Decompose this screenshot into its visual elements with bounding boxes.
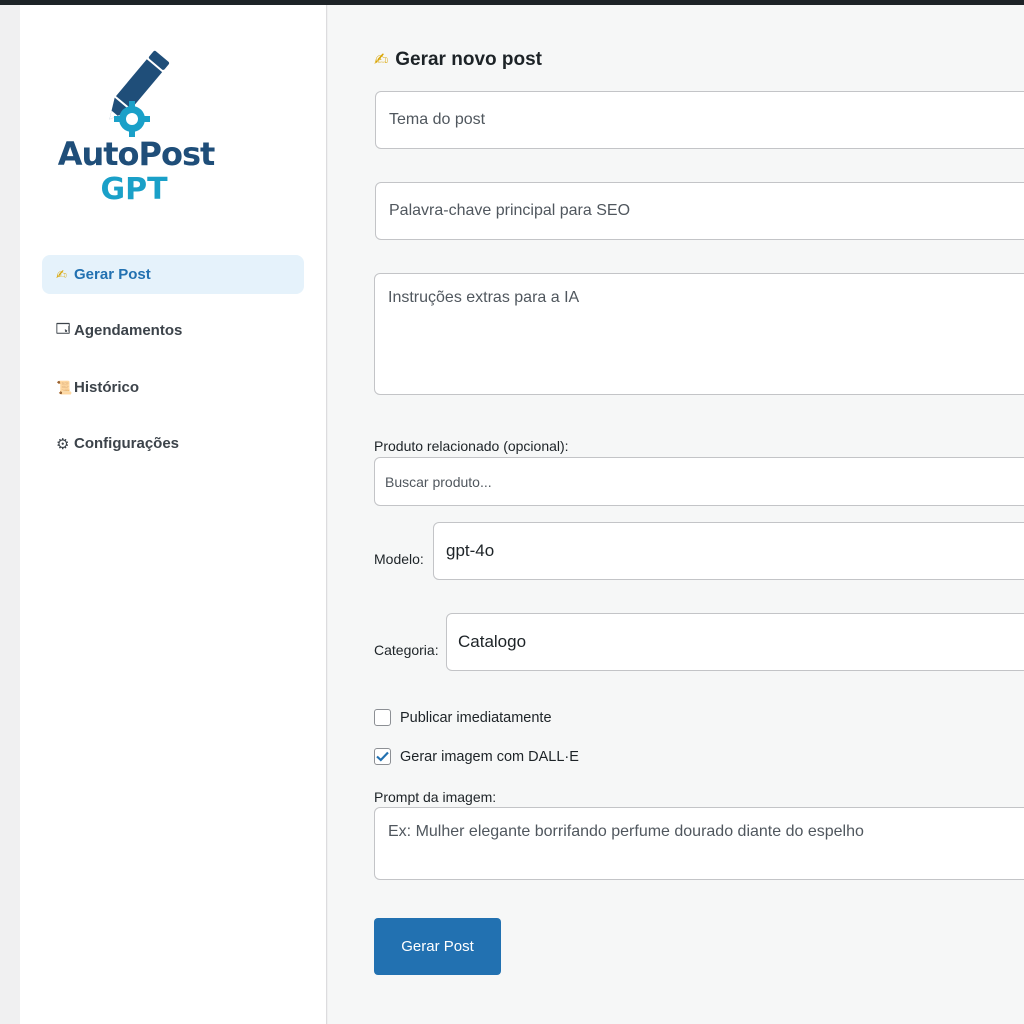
image-prompt-textarea[interactable]	[374, 807, 1024, 880]
product-search-input[interactable]	[374, 457, 1024, 506]
image-prompt-label: Prompt da imagem:	[374, 789, 497, 805]
extra-instructions-textarea[interactable]	[374, 273, 1024, 395]
sidebar: AutoPost GPT ✍ Gerar Post 🗔 Agendamentos…	[20, 5, 327, 1024]
page-title-text: Gerar novo post	[395, 49, 542, 70]
sidebar-item-label: Agendamentos	[74, 322, 183, 339]
topic-input[interactable]	[375, 91, 1024, 149]
sidebar-item-configuracoes[interactable]: ⚙ Configurações	[42, 424, 304, 463]
calendar-icon: 🗔	[56, 320, 71, 336]
dalle-image-checkbox[interactable]	[374, 748, 391, 765]
sidebar-item-gerar-post[interactable]: ✍ Gerar Post	[42, 255, 304, 294]
model-label: Modelo:	[374, 551, 424, 567]
publish-now-option[interactable]: Publicar imediatamente	[374, 709, 552, 726]
category-label: Categoria:	[374, 642, 439, 658]
sidebar-item-label: Histórico	[74, 379, 140, 396]
category-select-value: Catalogo	[458, 632, 527, 651]
checkmark-icon	[376, 751, 389, 762]
scroll-icon: 📜	[56, 379, 73, 395]
app-logo: AutoPost GPT	[56, 45, 216, 215]
sidebar-item-label: Configurações	[74, 435, 180, 452]
publish-now-checkbox[interactable]	[374, 709, 391, 726]
gear-icon: ⚙	[56, 435, 70, 453]
sidebar-item-label: Gerar Post	[74, 266, 151, 283]
model-select[interactable]: gpt-4o	[433, 522, 1024, 580]
pencil-gear-logo-icon	[109, 50, 170, 137]
writing-hand-icon: ✍	[374, 50, 389, 69]
main-content: ✍ Gerar novo post Produto relacionado (o…	[328, 5, 1024, 1024]
writing-hand-icon: ✍	[56, 266, 67, 282]
sidebar-item-historico[interactable]: 📜 Histórico	[42, 368, 304, 407]
page-title: ✍ Gerar novo post	[374, 49, 542, 71]
sidebar-item-agendamentos[interactable]: 🗔 Agendamentos	[42, 311, 304, 350]
logo-name-line1: AutoPost	[57, 135, 216, 173]
generate-post-button[interactable]: Gerar Post	[374, 918, 501, 975]
dalle-image-label: Gerar imagem com DALL·E	[400, 748, 579, 765]
logo-name-line2: GPT	[100, 172, 168, 207]
product-label: Produto relacionado (opcional):	[374, 438, 569, 454]
model-select-value: gpt-4o	[446, 541, 495, 560]
category-select[interactable]: Catalogo	[446, 613, 1024, 671]
dalle-image-option[interactable]: Gerar imagem com DALL·E	[374, 748, 579, 765]
publish-now-label: Publicar imediatamente	[400, 709, 552, 726]
seo-keyword-input[interactable]	[375, 182, 1024, 240]
